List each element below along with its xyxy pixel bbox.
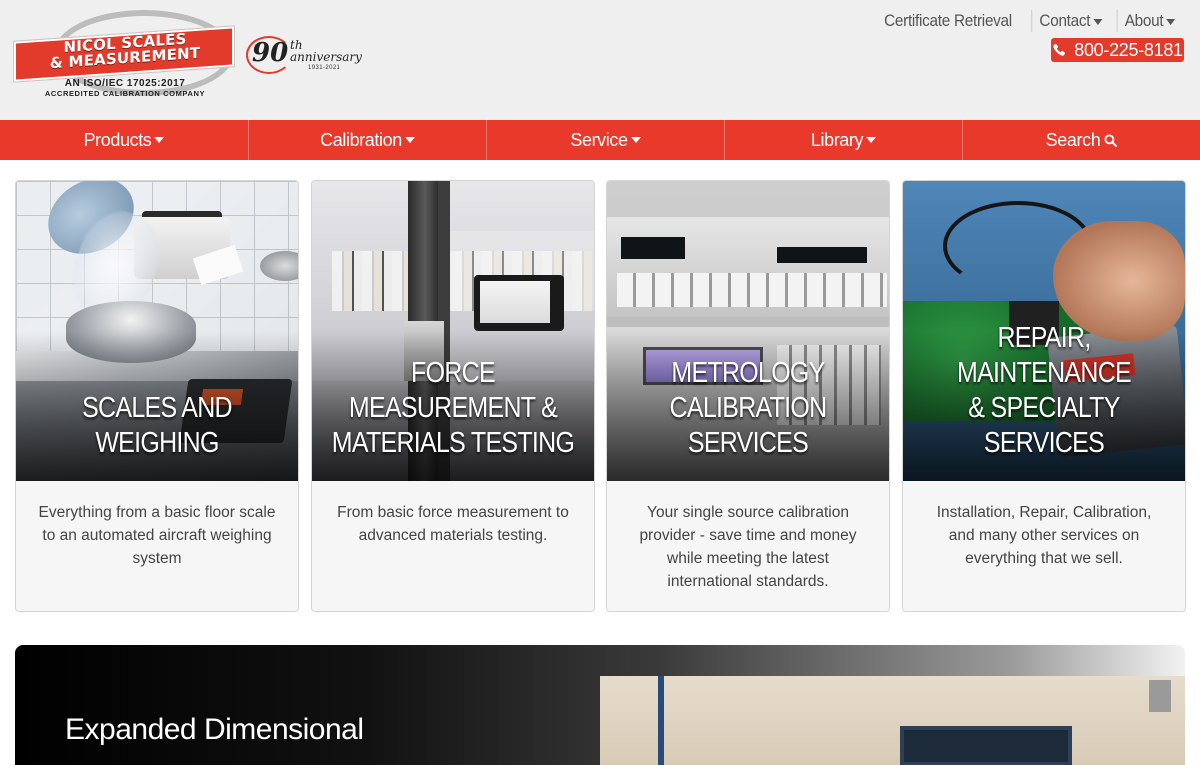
card-description: Your single source calibration provider …	[639, 504, 857, 590]
card-description: Everything from a basic floor scale to a…	[38, 504, 276, 567]
caret-down-icon	[404, 137, 415, 143]
main-nav: Products Calibration Service Library Sea…	[0, 120, 1200, 160]
nav-products[interactable]: Products	[0, 120, 248, 160]
nav-library[interactable]: Library	[724, 120, 962, 160]
card-title-line2: MATERIALS TESTING	[331, 427, 575, 459]
search-icon	[1104, 133, 1118, 147]
phone-icon	[1053, 43, 1066, 56]
banner-image	[600, 676, 1185, 765]
card-repair-maintenance[interactable]: REPAIR, MAINTENANCE & SPECIALTY SERVICES…	[902, 180, 1186, 612]
card-title-line2: SCALES AND WEIGHING	[82, 392, 232, 459]
contact-menu[interactable]: Contact	[1030, 10, 1109, 32]
card-title-line1: FORCE MEASUREMENT &	[348, 357, 558, 424]
card-force-measurement[interactable]: FORCE MEASUREMENT & MATERIALS TESTING Fr…	[311, 180, 595, 612]
card-title: REPAIR, MAINTENANCE & SPECIALTY SERVICES	[923, 321, 1166, 461]
category-cards: SCALES AND WEIGHING Everything from a ba…	[15, 180, 1186, 612]
nav-calibration[interactable]: Calibration	[248, 120, 486, 160]
metrology-calibration-image: METROLOGY CALIBRATION SERVICES	[607, 181, 889, 481]
anniversary-number: 90	[252, 38, 289, 68]
caret-down-icon	[1166, 18, 1176, 25]
site-header: NICOL SCALES & MEASUREMENT AN ISO/IEC 17…	[0, 0, 1200, 120]
anniversary-badge: 90 th anniversary 1931-2021	[246, 36, 366, 76]
top-utility-nav: Certificate Retrieval Contact About	[869, 10, 1186, 32]
card-description: Installation, Repair, Calibration, and m…	[936, 504, 1152, 567]
nav-search-label: Search	[1045, 129, 1101, 150]
nav-products-label: Products	[83, 129, 152, 150]
nav-service[interactable]: Service	[486, 120, 724, 160]
card-metrology-calibration[interactable]: METROLOGY CALIBRATION SERVICES Your sing…	[606, 180, 890, 612]
card-title-line1: METROLOGY	[671, 357, 825, 389]
card-title: SCALES AND WEIGHING	[36, 391, 279, 461]
card-title-line1: REPAIR, MAINTENANCE	[957, 322, 1132, 389]
nav-calibration-label: Calibration	[320, 129, 402, 150]
banner-title: Expanded Dimensional	[65, 713, 364, 746]
card-title-line2: & SPECIALTY SERVICES	[968, 392, 1120, 459]
nav-service-label: Service	[570, 129, 628, 150]
caret-down-icon	[154, 137, 165, 143]
anniversary-word: anniversary	[290, 50, 362, 64]
card-scales-weighing[interactable]: SCALES AND WEIGHING Everything from a ba…	[15, 180, 299, 612]
scales-weighing-image: SCALES AND WEIGHING	[16, 181, 298, 481]
contact-label: Contact	[1038, 11, 1090, 30]
card-title-line2: CALIBRATION SERVICES	[669, 392, 828, 459]
nav-search[interactable]: Search	[962, 120, 1200, 160]
caret-down-icon	[1092, 18, 1102, 25]
company-logo[interactable]: NICOL SCALES & MEASUREMENT AN ISO/IEC 17…	[14, 8, 236, 100]
phone-number: 800-225-8181	[1074, 39, 1183, 60]
card-title: FORCE MEASUREMENT & MATERIALS TESTING	[332, 356, 575, 461]
card-title: METROLOGY CALIBRATION SERVICES	[627, 356, 870, 461]
anniversary-years: 1931-2021	[308, 65, 341, 71]
card-description: From basic force measurement to advanced…	[337, 504, 569, 544]
about-label: About	[1124, 11, 1164, 30]
about-menu[interactable]: About	[1116, 10, 1183, 32]
logo-tagline-iso: AN ISO/IEC 17025:2017	[64, 78, 186, 89]
phone-button[interactable]: 800-225-8181	[1051, 38, 1184, 62]
logo-tagline-accredited: ACCREDITED CALIBRATION COMPANY	[44, 89, 206, 98]
repair-maintenance-image: REPAIR, MAINTENANCE & SPECIALTY SERVICES	[903, 181, 1185, 481]
nav-library-label: Library	[810, 129, 864, 150]
caret-down-icon	[866, 137, 877, 143]
feature-banner: Expanded Dimensional	[15, 645, 1185, 765]
caret-down-icon	[630, 137, 641, 143]
force-measurement-image: FORCE MEASUREMENT & MATERIALS TESTING	[312, 181, 594, 481]
certificate-retrieval-link[interactable]: Certificate Retrieval	[876, 10, 1018, 32]
certificate-retrieval-label: Certificate Retrieval	[883, 11, 1012, 30]
